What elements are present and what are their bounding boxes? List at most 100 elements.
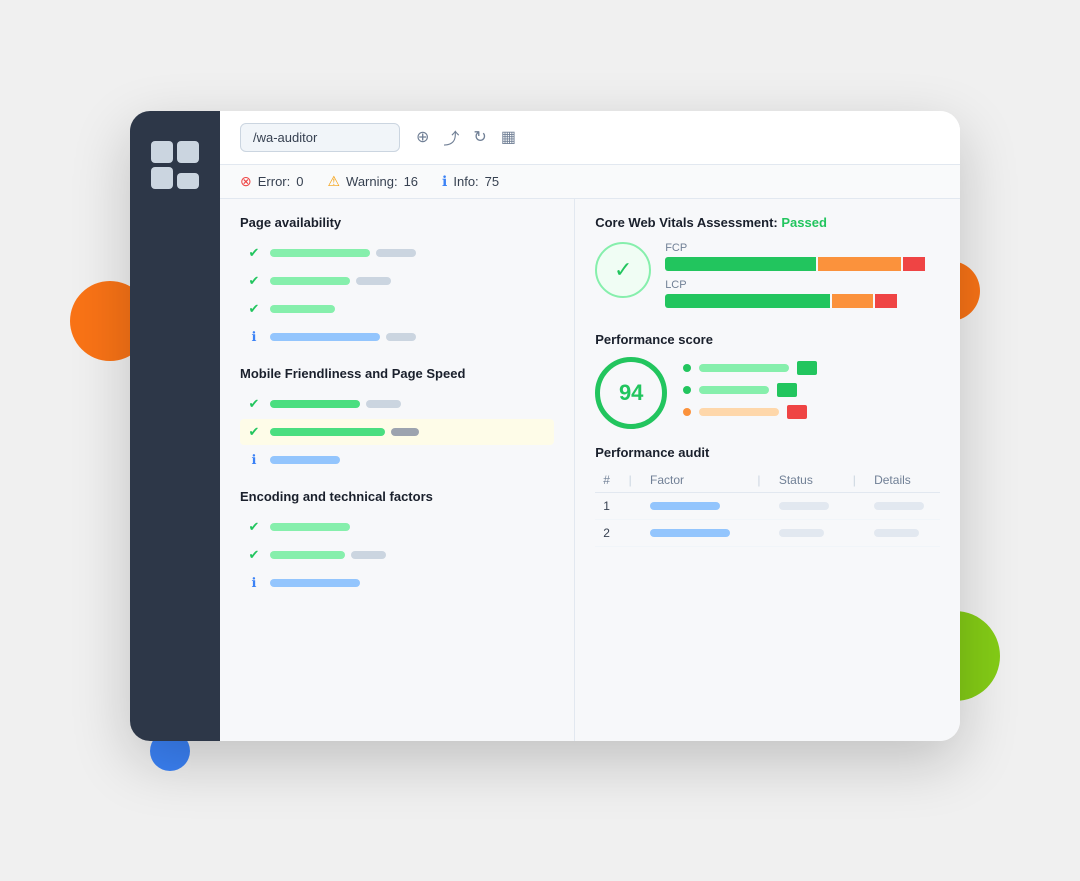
warning-count: 16 (404, 174, 418, 189)
section-title-mobile: Mobile Friendliness and Page Speed (240, 366, 554, 381)
audit-row: ℹ (240, 447, 554, 473)
audit-row: ✔ (240, 268, 554, 294)
check-icon: ✔ (246, 424, 262, 440)
bar-group (270, 277, 548, 285)
right-panel: Core Web Vitals Assessment: Passed ✓ FCP (575, 199, 960, 741)
url-input[interactable] (240, 123, 400, 152)
bar-group (270, 400, 548, 408)
perf-dot-orange (683, 408, 691, 416)
bar-group (270, 523, 548, 531)
perf-bars (683, 361, 940, 419)
refresh-icon[interactable]: ↻ (473, 127, 486, 147)
cwv-status: Passed (781, 215, 827, 230)
row-details-1 (866, 492, 940, 519)
col-divider-3: | (845, 468, 866, 493)
lcp-label: LCP (665, 279, 940, 291)
audit-row: ✔ (240, 542, 554, 568)
info-icon: ℹ (246, 452, 262, 468)
bar-main-blue (270, 333, 380, 341)
fcp-bar-row: FCP (665, 242, 940, 271)
warning-status: ⚠ Warning: 16 (327, 173, 418, 190)
row-status-1 (771, 492, 845, 519)
col-factor: Factor (642, 468, 749, 493)
section-title-availability: Page availability (240, 215, 554, 230)
audit-row: ✔ (240, 240, 554, 266)
fcp-red-bar (903, 257, 925, 271)
status-bar-1 (779, 502, 829, 510)
bar-group (270, 456, 548, 464)
bar-group (270, 579, 548, 587)
cwv-bars: FCP LCP (665, 242, 940, 316)
bar-secondary-dark (391, 428, 419, 436)
topbar-icons: ⊕ ⤴ ↻ ▦ (416, 125, 516, 149)
calendar-icon[interactable]: ▦ (501, 127, 516, 147)
bar-group (270, 249, 548, 257)
details-bar-1 (874, 502, 924, 510)
perf-bar-row-2 (683, 383, 940, 397)
warning-label: Warning: (346, 174, 398, 189)
section-title-encoding: Encoding and technical factors (240, 489, 554, 504)
divider-cell (845, 519, 866, 546)
logo-block-2 (177, 141, 199, 163)
divider-cell (749, 519, 770, 546)
divider-cell (749, 492, 770, 519)
fcp-label: FCP (665, 242, 940, 254)
col-num: # (595, 468, 620, 493)
audit-row: ✔ (240, 514, 554, 540)
main-card: ⊕ ⤴ ↻ ▦ ⊗ Error: 0 ⚠ Warning: 16 (130, 111, 960, 741)
perf-dot-green-1 (683, 364, 691, 372)
factor-bar-1 (650, 502, 720, 510)
info-count: 75 (485, 174, 499, 189)
col-divider-1: | (621, 468, 642, 493)
bar-secondary (351, 551, 386, 559)
check-icon: ✔ (246, 245, 262, 261)
perf-section: 94 (595, 357, 940, 429)
row-factor-1 (642, 492, 749, 519)
lcp-red-bar (875, 294, 897, 308)
audit-row: ℹ (240, 570, 554, 596)
sidebar (130, 111, 220, 741)
table-row: 2 (595, 519, 940, 546)
bar-group (270, 428, 548, 436)
perf-bar-green-2 (699, 386, 769, 394)
bar-group (270, 305, 548, 313)
audit-table-header: Performance audit (595, 445, 940, 460)
col-divider-2: | (749, 468, 770, 493)
bar-main (270, 277, 350, 285)
main-content: ⊕ ⤴ ↻ ▦ ⊗ Error: 0 ⚠ Warning: 16 (220, 111, 960, 741)
perf-bar-green-1 (699, 364, 789, 372)
bar-main (270, 400, 360, 408)
perf-bar-row-1 (683, 361, 940, 375)
audit-table: # | Factor | Status | Details 1 (595, 468, 940, 547)
bar-secondary (386, 333, 416, 341)
logo-block-1 (151, 141, 173, 163)
info-icon: ℹ (246, 575, 262, 591)
check-icon: ✔ (246, 547, 262, 563)
bar-group (270, 333, 548, 341)
statusbar: ⊗ Error: 0 ⚠ Warning: 16 ℹ Info: 75 (220, 165, 960, 199)
info-status: ℹ Info: 75 (442, 173, 499, 190)
lcp-bar-row: LCP (665, 279, 940, 308)
bar-main (270, 305, 335, 313)
row-details-2 (866, 519, 940, 546)
check-icon: ✔ (246, 301, 262, 317)
perf-bar-end-green-1 (797, 361, 817, 375)
row-num-1: 1 (595, 492, 620, 519)
sidebar-logo (151, 141, 199, 189)
status-bar-2 (779, 529, 824, 537)
bar-secondary (356, 277, 391, 285)
divider-cell (621, 492, 642, 519)
audit-row-highlighted: ✔ (240, 419, 554, 445)
perf-dot-green-2 (683, 386, 691, 394)
bar-main (270, 249, 370, 257)
divider-cell (621, 519, 642, 546)
share-icon[interactable]: ⤴ (443, 125, 459, 149)
check-icon: ✔ (246, 519, 262, 535)
score-circle: 94 (595, 357, 667, 429)
bar-secondary (376, 249, 416, 257)
cwv-section: ✓ FCP LCP (595, 242, 940, 316)
bar-secondary (366, 400, 401, 408)
plus-icon[interactable]: ⊕ (416, 127, 429, 147)
bar-main (270, 428, 385, 436)
content-area: Page availability ✔ ✔ (220, 199, 960, 741)
